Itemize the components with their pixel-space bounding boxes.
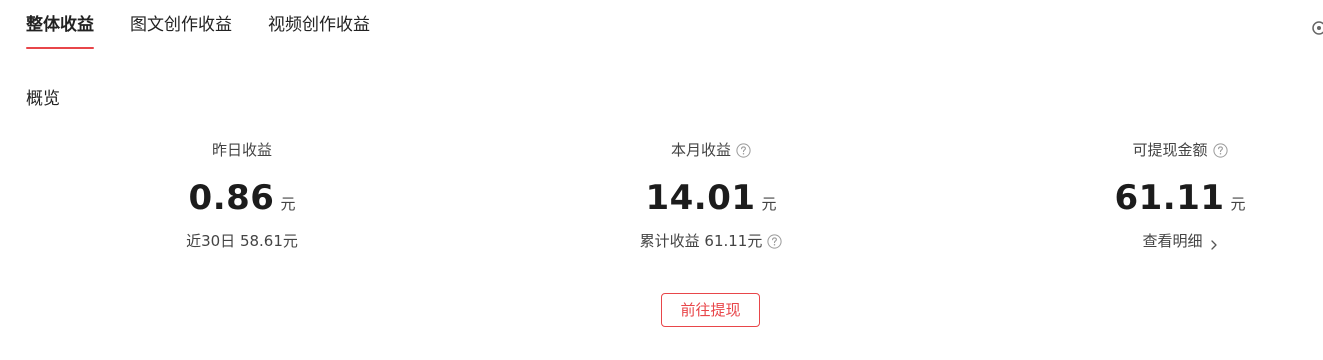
tab-bar: 整体收益 图文创作收益 视频创作收益 bbox=[26, 0, 406, 52]
go-withdraw-button[interactable]: 前往提现 bbox=[661, 293, 760, 327]
overview-title: 概览 bbox=[26, 89, 60, 109]
stat-unit: 元 bbox=[280, 195, 296, 213]
stat-value: 61.11 bbox=[1114, 178, 1225, 218]
question-circle-icon[interactable] bbox=[736, 142, 751, 158]
tab-overall-earnings[interactable]: 整体收益 bbox=[26, 0, 94, 49]
tab-article-earnings[interactable]: 图文创作收益 bbox=[130, 0, 232, 35]
stat-yesterday-earnings: 昨日收益 0.86 元 近30日 58.61元 bbox=[112, 138, 372, 252]
stat-unit: 元 bbox=[761, 195, 777, 213]
stat-withdrawable-amount: 可提现金额 61.11 元 查看明细 bbox=[1050, 138, 1310, 252]
tab-label: 视频创作收益 bbox=[268, 15, 370, 35]
stat-value: 0.86 bbox=[188, 178, 275, 218]
settings-icon[interactable] bbox=[1311, 20, 1323, 36]
stat-sub-text: 累计收益 61.11元 bbox=[639, 232, 763, 250]
stat-label: 本月收益 bbox=[670, 141, 731, 159]
stat-sub-text: 近30日 58.61元 bbox=[186, 232, 298, 250]
view-details-link[interactable]: 查看明细 bbox=[1142, 230, 1217, 252]
stat-month-earnings: 本月收益 14.01 元 累计收益 61.11元 bbox=[581, 138, 841, 252]
stat-label: 昨日收益 bbox=[211, 141, 272, 159]
question-circle-icon[interactable] bbox=[1212, 142, 1228, 158]
tab-label: 整体收益 bbox=[26, 15, 94, 35]
stat-label: 可提现金额 bbox=[1132, 141, 1208, 159]
stat-unit: 元 bbox=[1230, 195, 1246, 213]
tab-video-earnings[interactable]: 视频创作收益 bbox=[268, 0, 370, 35]
chevron-right-icon bbox=[1210, 235, 1218, 250]
tab-label: 图文创作收益 bbox=[130, 15, 232, 35]
question-circle-icon[interactable] bbox=[767, 233, 782, 249]
stat-value: 14.01 bbox=[645, 178, 756, 218]
view-details-label: 查看明细 bbox=[1142, 232, 1203, 250]
